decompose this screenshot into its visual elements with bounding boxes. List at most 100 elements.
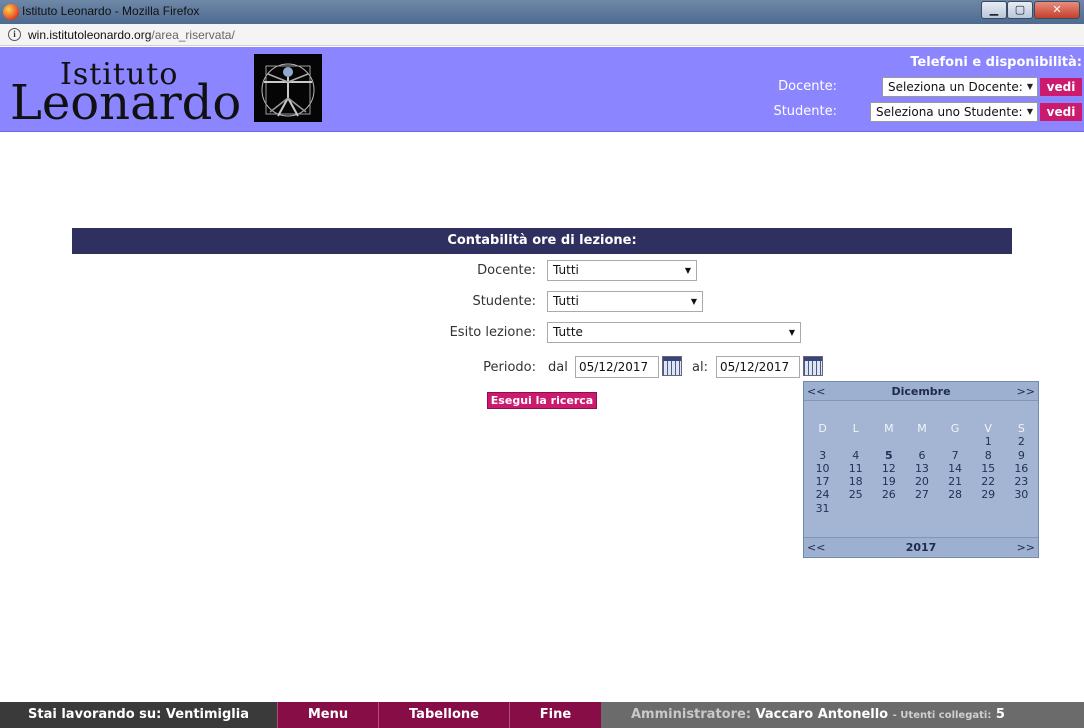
calendar-day[interactable]: 10 [806, 462, 839, 475]
calendar-day[interactable]: 25 [839, 488, 872, 501]
calendar-empty-cell [872, 502, 905, 515]
calendar-day[interactable]: 29 [972, 488, 1005, 501]
firefox-icon [3, 4, 19, 20]
header-studente-select-value: Seleziona uno Studente: [876, 105, 1023, 119]
site-header: Istituto Leonardo Telefoni e disponibili… [0, 47, 1084, 132]
calendar-grid: D L M M G V S 1 2 3 4 5 6 7 8 9 10 11 12 13 14 15 16 17 1… [806, 422, 1038, 515]
calendar-day[interactable]: 22 [972, 475, 1005, 488]
calendar-week-row: 3456789 [806, 449, 1038, 462]
weekday-label: G [950, 422, 960, 435]
calendar-month-bar: Dicembre << >> [804, 382, 1038, 401]
menu-button[interactable]: Menu [277, 702, 378, 728]
url-path: /area_riservata/ [151, 28, 235, 42]
calendar-week-row: 12 [806, 435, 1038, 448]
chevron-down-icon: ▼ [690, 297, 697, 306]
calendar-empty-cell [806, 435, 839, 448]
calendar-week-row: 17 18 19 20 21 22 23 [806, 475, 1038, 488]
window-titlebar: Istituto Leonardo - Mozilla Firefox ▁ ▢ … [0, 0, 1084, 24]
calendar-day[interactable]: 26 [872, 488, 905, 501]
weekday-label: D [818, 422, 827, 435]
fine-button[interactable]: Fine [509, 702, 601, 728]
calendar-day[interactable]: 14 [939, 462, 972, 475]
calendar-day[interactable]: 7 [939, 449, 972, 462]
calendar-week-row: 10 11 12 13 14 15 16 [806, 462, 1038, 475]
calendar-day[interactable]: 16 [1005, 462, 1038, 475]
calendar-empty-cell [972, 502, 1005, 515]
next-year-button[interactable]: >> [1017, 538, 1035, 557]
header-docente-select-value: Seleziona un Docente: [888, 80, 1023, 94]
url-text[interactable]: win.istitutoleonardo.org/area_riservata/ [28, 28, 235, 42]
weekday-label: L [852, 422, 859, 435]
info-icon[interactable]: i [8, 28, 21, 41]
calendar-week-row: 31 [806, 502, 1038, 515]
footer-bar: Stai lavorando su: Ventimiglia Menu Tabe… [0, 702, 1084, 728]
calendar-day[interactable]: 31 [806, 502, 839, 515]
site-logo[interactable]: Istituto Leonardo [10, 51, 324, 131]
calendar-day[interactable]: 30 [1005, 488, 1038, 501]
calendar-icon[interactable] [803, 356, 823, 376]
al-date-input[interactable]: 05/12/2017 [716, 356, 800, 378]
calendar-popup: Dicembre << >> D L M M G V S 1 2 3 4 5 6 7 8 9 10… [803, 381, 1039, 558]
chevron-down-icon: ▼ [1026, 82, 1033, 91]
calendar-empty-cell [839, 435, 872, 448]
admin-info: Amministratore: Vaccaro Antonello - Uten… [601, 702, 1084, 728]
calendar-day[interactable]: 5 [872, 449, 905, 462]
calendar-empty-cell [905, 502, 938, 515]
calendar-day[interactable]: 13 [905, 462, 938, 475]
admin-name: Vaccaro Antonello [755, 707, 889, 722]
calendar-icon[interactable] [662, 356, 682, 376]
weekday-label: V [984, 422, 992, 435]
al-label: al: [692, 360, 708, 375]
calendar-day[interactable]: 3 [806, 449, 839, 462]
calendar-day[interactable]: 28 [939, 488, 972, 501]
header-docente-select[interactable]: Seleziona un Docente: ▼ [882, 77, 1038, 97]
calendar-day[interactable]: 15 [972, 462, 1005, 475]
prev-year-button[interactable]: << [807, 538, 825, 557]
tabellone-button[interactable]: Tabellone [378, 702, 509, 728]
calendar-day[interactable]: 20 [905, 475, 938, 488]
header-studente-select[interactable]: Seleziona uno Studente: ▼ [870, 102, 1038, 122]
weekday-label: M [884, 422, 894, 435]
prev-month-button[interactable]: << [807, 382, 825, 401]
calendar-day[interactable]: 12 [872, 462, 905, 475]
next-month-button[interactable]: >> [1017, 382, 1035, 401]
studente-select[interactable]: Tutti ▼ [547, 291, 703, 312]
calendar-day[interactable]: 6 [905, 449, 938, 462]
calendar-day[interactable]: 1 [972, 435, 1005, 448]
vedi-studente-button[interactable]: vedi [1040, 103, 1082, 121]
calendar-year: 2017 [905, 541, 937, 554]
vedi-docente-button[interactable]: vedi [1040, 78, 1082, 96]
calendar-day[interactable]: 24 [806, 488, 839, 501]
url-domain: win.istitutoleonardo.org [28, 28, 152, 42]
calendar-day[interactable]: 21 [939, 475, 972, 488]
weekday-label: S [1017, 422, 1025, 435]
minimize-button[interactable]: ▁ [981, 1, 1007, 19]
window-title: Istituto Leonardo - Mozilla Firefox [22, 4, 200, 18]
calendar-day[interactable]: 4 [839, 449, 872, 462]
close-button[interactable]: ✕ [1034, 1, 1080, 19]
calendar-week-row: 24 25 26 27 28 29 30 [806, 488, 1038, 501]
calendar-day[interactable]: 17 [806, 475, 839, 488]
admin-label: Amministratore: [631, 707, 752, 722]
calendar-day[interactable]: 19 [872, 475, 905, 488]
calendar-day[interactable]: 11 [839, 462, 872, 475]
contacts-title: Telefoni e disponibilità: [910, 55, 1082, 70]
calendar-day[interactable]: 18 [839, 475, 872, 488]
esito-select[interactable]: Tutte ▼ [547, 322, 801, 343]
address-bar[interactable]: i win.istitutoleonardo.org/area_riservat… [0, 24, 1084, 46]
chevron-down-icon: ▼ [684, 266, 691, 275]
docente-select-value: Tutti [553, 263, 579, 277]
calendar-empty-cell [839, 502, 872, 515]
dal-date-input[interactable]: 05/12/2017 [575, 356, 659, 378]
search-button[interactable]: Esegui la ricerca [487, 392, 597, 409]
calendar-day[interactable]: 9 [1005, 449, 1038, 462]
calendar-day[interactable]: 23 [1005, 475, 1038, 488]
calendar-day[interactable]: 8 [972, 449, 1005, 462]
maximize-button[interactable]: ▢ [1007, 1, 1033, 19]
dal-label: dal [548, 360, 568, 375]
docente-select[interactable]: Tutti ▼ [547, 260, 697, 281]
esito-select-value: Tutte [553, 325, 583, 339]
calendar-day[interactable]: 2 [1005, 435, 1038, 448]
calendar-day[interactable]: 27 [905, 488, 938, 501]
header-docente-label: Docente: [778, 79, 837, 94]
